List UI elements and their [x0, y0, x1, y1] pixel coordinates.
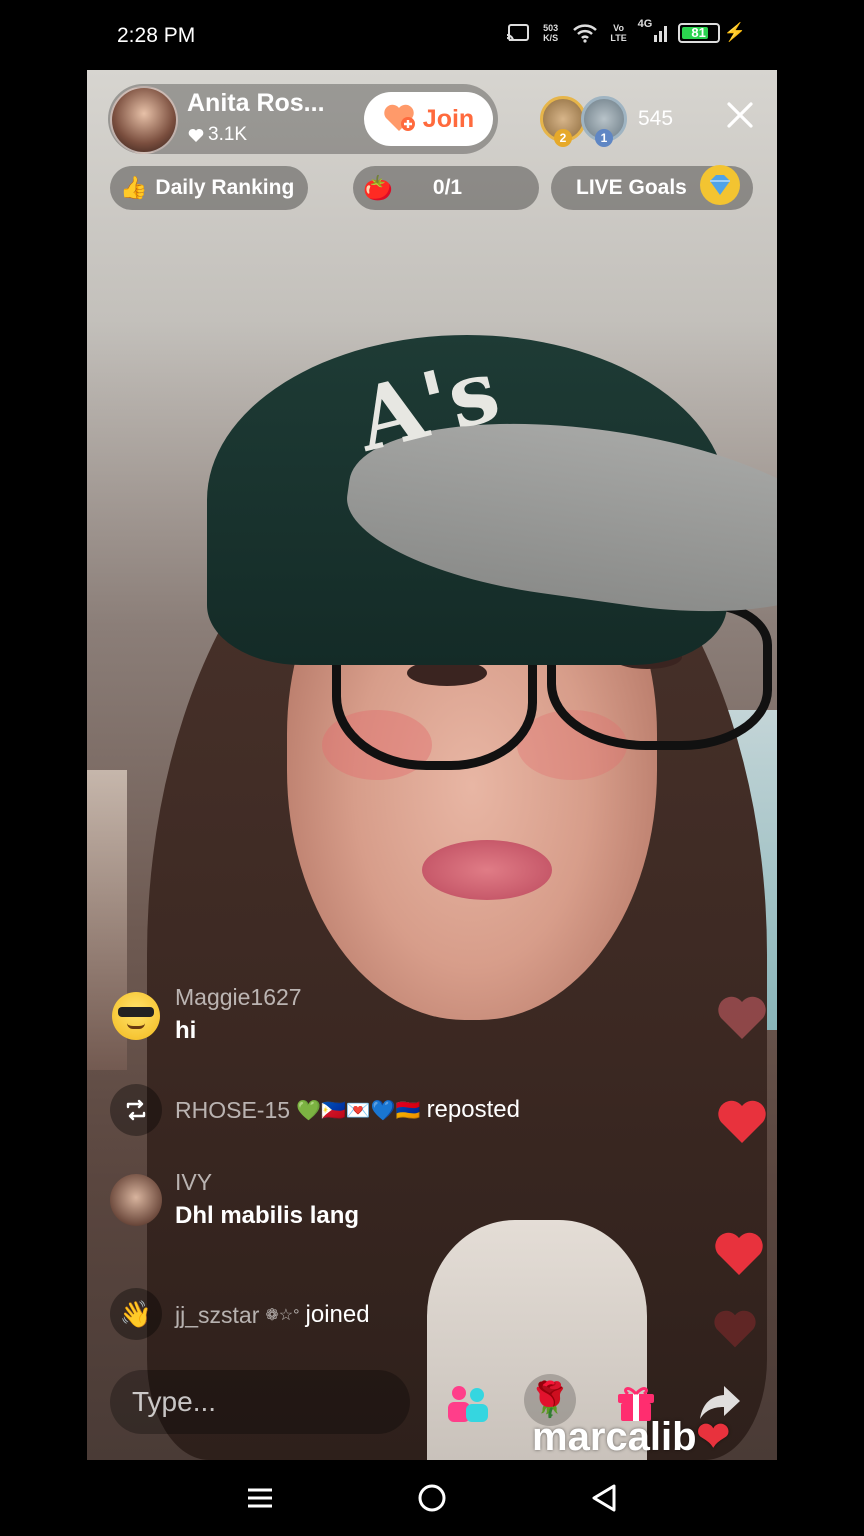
join-button[interactable]: Join [364, 92, 493, 146]
live-goals-chip[interactable]: LIVE Goals [551, 164, 753, 212]
back-triangle-icon [592, 1484, 616, 1512]
status-icons: 503 K/S Vo LTE 4G 81 ⚡ [506, 18, 746, 43]
daily-ranking-label: Daily Ranking [155, 176, 295, 199]
floating-heart-icon [712, 1310, 758, 1355]
watermark: marcalib❤ [532, 1415, 731, 1459]
host-name[interactable]: Anita Ros... [187, 89, 325, 118]
menu-icon [248, 1488, 272, 1508]
multi-guest-button[interactable] [442, 1378, 494, 1430]
diamond-icon [699, 164, 741, 212]
status-bar: 2:28 PM 503 K/S Vo LTE 4G 81 ⚡ [0, 0, 864, 70]
viewer-count[interactable]: 545 [638, 107, 673, 131]
heart-plus-icon [383, 102, 417, 136]
wifi-icon [572, 23, 598, 43]
rank-badge: 2 [554, 129, 572, 147]
chat-username[interactable]: RHOSE-15 [175, 1097, 290, 1124]
goal-progress-chip[interactable]: 🍅 0/1 [353, 166, 539, 210]
join-avatar: 👋 [110, 1288, 162, 1340]
chat-message: hi [175, 1017, 197, 1044]
sunglasses-emoji-icon [112, 992, 160, 1040]
home-circle-icon [418, 1484, 446, 1512]
home-button[interactable] [412, 1478, 452, 1518]
red-heart-icon: ❤ [696, 1415, 731, 1459]
tomato-icon: 🍅 [363, 174, 393, 202]
host-likes-count: 3.1K [208, 124, 248, 145]
chat-username-suffix: ❁☆° [265, 1307, 300, 1324]
chat-username[interactable]: Maggie1627 [175, 984, 302, 1011]
menu-button[interactable] [240, 1478, 280, 1518]
net-speed: 503 K/S [543, 22, 559, 43]
live-video[interactable]: A's [87, 70, 777, 1460]
chat-action: reposted [426, 1096, 520, 1123]
comment-input[interactable]: Type... [110, 1370, 410, 1434]
close-icon [727, 102, 753, 128]
charging-icon: ⚡ [723, 22, 746, 42]
signal-icon: 4G [638, 18, 668, 43]
close-button[interactable] [720, 98, 760, 138]
wave-hand-icon: 👋 [119, 1298, 153, 1329]
chat-flags: 💚🇵🇭💌💙🇦🇲 [296, 1099, 421, 1122]
chat-joined-row: jj_szstar ❁☆° joined [175, 1301, 370, 1329]
top-viewer-avatar[interactable]: 2 [540, 96, 586, 147]
join-label: Join [422, 104, 475, 133]
chat-message: Dhl mabilis lang [175, 1202, 360, 1229]
live-goals-label: LIVE Goals [576, 176, 687, 199]
host-avatar[interactable] [110, 86, 178, 154]
floating-heart-icon [713, 1232, 765, 1283]
chat-avatar[interactable] [110, 990, 162, 1042]
chat-action: joined [305, 1301, 370, 1328]
chat-repost-row: RHOSE-15 💚🇵🇭💌💙🇦🇲 reposted [175, 1096, 520, 1124]
status-time: 2:28 PM [117, 24, 196, 47]
host-likes: 3.1K [188, 124, 247, 146]
people-icon [448, 1386, 488, 1422]
chat-avatar[interactable] [110, 1174, 162, 1226]
comment-placeholder: Type... [132, 1386, 217, 1417]
repost-avatar [110, 1084, 162, 1136]
goal-count: 0/1 [432, 176, 463, 199]
flame-icon: 👍 [120, 175, 148, 200]
rank-badge: 1 [595, 129, 613, 147]
chat-username[interactable]: IVY [175, 1169, 212, 1196]
top-viewer-avatar[interactable]: 1 [581, 96, 627, 147]
cast-icon [506, 23, 530, 43]
system-nav-bar [0, 1460, 864, 1536]
back-button[interactable] [584, 1478, 624, 1518]
heart-icon [188, 128, 204, 142]
battery-icon: 81 [677, 22, 720, 43]
streamer-lips [422, 840, 552, 900]
volte-indicator: Vo LTE [610, 22, 627, 43]
floating-heart-icon [716, 1100, 768, 1151]
floating-heart-icon [716, 996, 768, 1047]
repost-icon [126, 1099, 146, 1121]
daily-ranking-chip[interactable]: 👍 Daily Ranking [110, 166, 308, 210]
chat-username[interactable]: jj_szstar [175, 1302, 259, 1329]
